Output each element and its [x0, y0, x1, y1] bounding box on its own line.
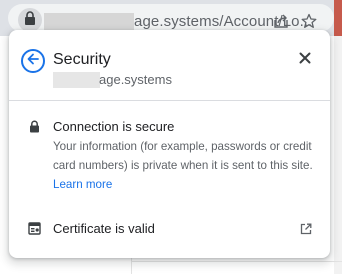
- site-info-button[interactable]: [18, 8, 42, 32]
- url-redaction: [44, 13, 134, 31]
- close-button[interactable]: [295, 50, 315, 70]
- star-icon[interactable]: [298, 10, 320, 32]
- security-popup: Security age.systems Connection is secur…: [9, 30, 330, 258]
- learn-more-link[interactable]: Learn more: [53, 178, 112, 191]
- page-edge: [334, 36, 342, 274]
- external-link-icon[interactable]: [298, 221, 314, 237]
- host-redaction: [53, 72, 100, 88]
- certificate-row[interactable]: Certificate is valid: [53, 221, 155, 236]
- connection-status: Connection is secure: [53, 119, 175, 134]
- back-arrow-icon: [27, 52, 39, 70]
- lock-icon: [26, 118, 42, 134]
- connection-description-text: Your information (for example, passwords…: [53, 140, 313, 172]
- profile-button[interactable]: [334, 0, 342, 36]
- lock-icon: [24, 10, 36, 30]
- address-bar[interactable]: age.systems/Account/Lo...: [8, 4, 334, 32]
- popup-title: Security: [53, 51, 111, 68]
- back-button[interactable]: [21, 49, 45, 73]
- page-divider: [131, 261, 342, 262]
- share-icon[interactable]: [270, 10, 292, 32]
- divider: [9, 100, 330, 101]
- close-icon: [299, 51, 311, 69]
- certificate-icon: [26, 220, 42, 236]
- connection-description: Your information (for example, passwords…: [53, 137, 321, 194]
- site-host: age.systems: [99, 72, 172, 87]
